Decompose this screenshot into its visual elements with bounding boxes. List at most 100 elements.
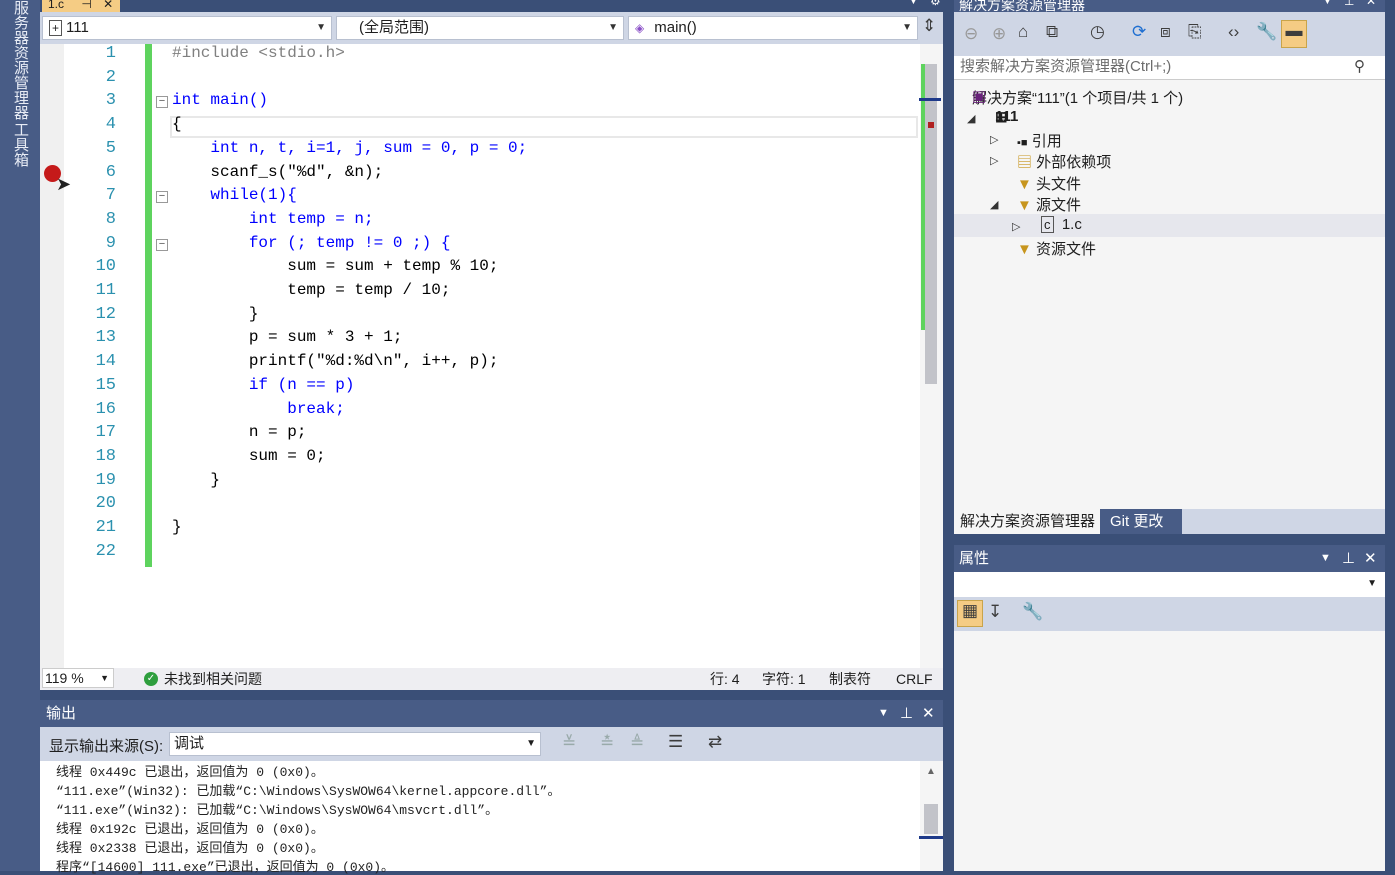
- gear-icon[interactable]: ⚙: [930, 0, 941, 8]
- tree-external-deps[interactable]: ▤ 外部依赖项: [1017, 151, 1111, 172]
- code-line[interactable]: }: [172, 305, 259, 323]
- chevron-down-icon: ▼: [316, 22, 326, 33]
- collapse-all-icon[interactable]: ⧈: [1160, 22, 1171, 42]
- editor-scroll-thumb[interactable]: [925, 64, 937, 384]
- fold-toggle-main[interactable]: −: [156, 96, 168, 108]
- back-icon[interactable]: ⊖: [964, 24, 978, 44]
- code-line[interactable]: scanf_s("%d", &n);: [172, 163, 383, 181]
- pin-icon[interactable]: ⊣: [81, 0, 91, 11]
- code-line[interactable]: }: [172, 471, 220, 489]
- code-line[interactable]: while(1){: [172, 186, 296, 204]
- output-scroll-thumb[interactable]: [924, 804, 938, 834]
- forward-icon[interactable]: ⊕: [992, 24, 1006, 44]
- chevron-down-icon[interactable]: ▼: [1320, 545, 1331, 572]
- categorized-icon[interactable]: ▦: [957, 600, 983, 627]
- chevron-down-icon[interactable]: ▼: [1322, 0, 1333, 7]
- clear-all-icon[interactable]: ☰: [668, 732, 683, 752]
- code-line[interactable]: int main(): [172, 91, 268, 109]
- word-wrap-icon[interactable]: ⇄: [708, 732, 722, 752]
- find-message-icon[interactable]: ≚: [562, 733, 576, 753]
- collapsed-icon[interactable]: ▷: [1012, 220, 1020, 233]
- refresh-icon[interactable]: ⟳: [1132, 22, 1146, 42]
- properties-object-dropdown[interactable]: ▼: [954, 572, 1385, 597]
- code-line[interactable]: int n, t, i=1, j, sum = 0, p = 0;: [172, 139, 527, 157]
- tree-headers[interactable]: ▼ 头文件: [1017, 173, 1081, 194]
- code-line[interactable]: sum = sum + temp % 10;: [172, 257, 498, 275]
- code-line[interactable]: p = sum * 3 + 1;: [172, 328, 403, 346]
- project-dropdown-value: 111: [66, 19, 89, 36]
- code-line[interactable]: }: [172, 518, 182, 536]
- history-icon[interactable]: ◷: [1090, 22, 1105, 42]
- fold-toggle-for[interactable]: −: [156, 239, 168, 251]
- property-pages-icon[interactable]: 🔧: [1022, 602, 1043, 622]
- line-ending[interactable]: CRLF: [896, 668, 933, 690]
- search-icon[interactable]: ⚲: [1354, 56, 1365, 78]
- fold-toggle-while[interactable]: −: [156, 191, 168, 203]
- tree-project[interactable]: ⊞ 111: [995, 108, 1018, 126]
- solution-search-input[interactable]: 搜索解决方案资源管理器(Ctrl+;) ⚲: [954, 56, 1385, 80]
- chevron-down-icon: ▼: [608, 22, 618, 33]
- line-number: 8: [105, 209, 116, 229]
- tree-solution[interactable]: ▣ 解决方案“111”(1 个项目/共 1 个): [972, 87, 1183, 108]
- preview-selected-icon[interactable]: ▬: [1281, 20, 1307, 48]
- code-line[interactable]: #include <stdio.h>: [172, 44, 345, 62]
- external-deps-label: 外部依赖项: [1036, 154, 1112, 171]
- chevron-down-icon[interactable]: ▼: [908, 0, 919, 7]
- switch-view-icon[interactable]: ⧉: [1046, 22, 1058, 42]
- expanded-icon[interactable]: ◢: [967, 112, 975, 125]
- member-dropdown[interactable]: ◈ main() ▼: [628, 16, 918, 40]
- scroll-up-icon[interactable]: ▲: [926, 766, 936, 777]
- indicator-margin[interactable]: [40, 44, 64, 668]
- close-icon[interactable]: ✕: [1364, 545, 1377, 572]
- code-line[interactable]: if (n == p): [172, 376, 355, 394]
- code-line[interactable]: {: [172, 115, 182, 133]
- collapsed-icon[interactable]: ▷: [990, 154, 998, 167]
- code-line[interactable]: n = p;: [172, 423, 307, 441]
- line-number: 16: [95, 399, 116, 419]
- home-icon[interactable]: ⌂: [1018, 22, 1028, 42]
- pin-icon[interactable]: ⊥: [900, 700, 913, 727]
- properties-title-bar: 属性 ▼ ⊥ ✕: [954, 545, 1385, 572]
- properties-toolbar: ▦ ↧ 🔧: [954, 597, 1385, 631]
- close-icon[interactable]: ✕: [922, 700, 935, 727]
- prev-message-icon[interactable]: ≛: [600, 733, 614, 753]
- scrollbar-change-marker: [921, 64, 925, 330]
- code-line[interactable]: int temp = n;: [172, 210, 374, 228]
- doc-tab-1c[interactable]: 1.c ⊣ ✕: [42, 0, 120, 12]
- wrench-icon[interactable]: 🔧: [1256, 22, 1277, 42]
- code-line[interactable]: temp = temp / 10;: [172, 281, 450, 299]
- tree-references[interactable]: ▪■ 引用: [1017, 130, 1062, 151]
- tab-git-changes[interactable]: Git 更改: [1100, 509, 1182, 534]
- view-code-icon[interactable]: ‹›: [1228, 22, 1239, 42]
- tree-sources[interactable]: ▼ 源文件: [1017, 194, 1081, 215]
- pin-icon[interactable]: ⊥: [1342, 545, 1355, 572]
- tree-resources[interactable]: ▼ 资源文件: [1017, 238, 1096, 259]
- code-line[interactable]: break;: [172, 400, 345, 418]
- check-icon: ✓: [144, 672, 158, 686]
- close-icon[interactable]: ✕: [1366, 0, 1376, 8]
- alphabetical-icon[interactable]: ↧: [988, 602, 1002, 622]
- next-message-icon[interactable]: ≜: [630, 733, 644, 753]
- issues-status[interactable]: 未找到相关问题: [164, 668, 262, 690]
- output-source-dropdown[interactable]: 调试 ▼: [169, 732, 541, 756]
- code-line[interactable]: sum = 0;: [172, 447, 326, 465]
- expanded-icon[interactable]: ◢: [990, 198, 998, 211]
- zoom-dropdown[interactable]: 119 % ▼: [42, 668, 114, 688]
- split-icon[interactable]: ⇕: [922, 16, 936, 36]
- tab-solution-explorer[interactable]: 解决方案资源管理器: [954, 509, 1100, 534]
- pin-icon[interactable]: ⊥: [1344, 0, 1354, 8]
- code-line[interactable]: printf("%d:%d\n", i++, p);: [172, 352, 499, 370]
- server-explorer-tab[interactable]: 服务器资源管理器: [10, 0, 31, 120]
- toolbox-tab[interactable]: 工具箱: [10, 122, 31, 167]
- collapsed-icon[interactable]: ▷: [990, 133, 998, 146]
- tab-mode[interactable]: 制表符: [829, 668, 871, 690]
- tree-file-1c[interactable]: c 1.c: [1041, 216, 1082, 233]
- close-icon[interactable]: ✕: [103, 0, 113, 11]
- code-line[interactable]: for (; temp != 0 ;) {: [172, 234, 451, 252]
- navigation-bar: +111 ▼ (全局范围) ▼ ◈ main() ▼ ⇕: [40, 12, 943, 44]
- scope-dropdown[interactable]: (全局范围) ▼: [336, 16, 624, 40]
- solution-icon: ▣: [972, 88, 987, 105]
- project-dropdown[interactable]: +111 ▼: [42, 16, 332, 40]
- chevron-down-icon[interactable]: ▼: [878, 700, 889, 727]
- show-all-files-icon[interactable]: ⎘: [1188, 22, 1202, 42]
